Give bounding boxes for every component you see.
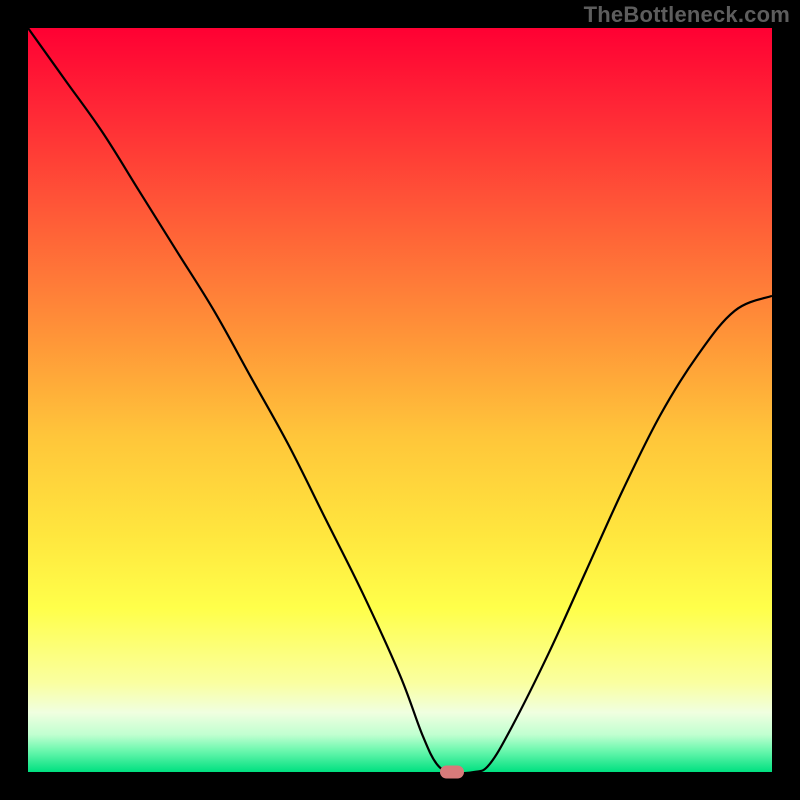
watermark-text: TheBottleneck.com: [584, 2, 790, 28]
bottleneck-curve: [28, 28, 772, 772]
chart-plot-area: [28, 28, 772, 772]
chart-curve-layer: [28, 28, 772, 772]
optimum-marker: [440, 766, 464, 779]
